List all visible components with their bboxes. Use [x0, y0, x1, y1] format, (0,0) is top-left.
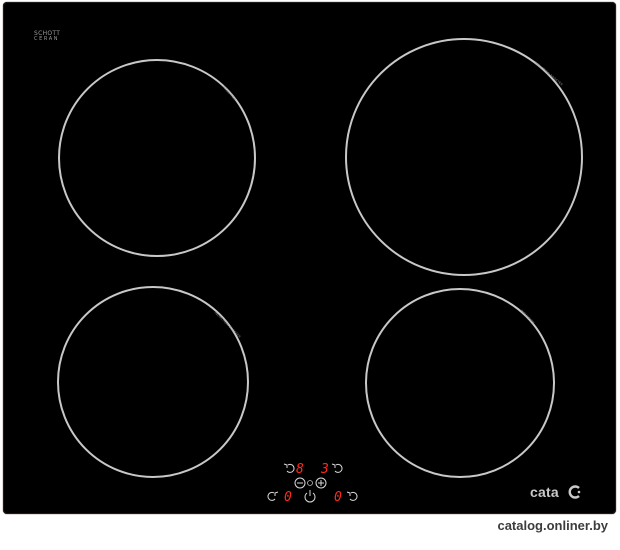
- brand-text: cata: [530, 484, 559, 500]
- rotate-icon[interactable]: [267, 491, 279, 501]
- power-display-bottom-right: 0: [334, 490, 342, 505]
- rotate-icon[interactable]: [283, 463, 295, 473]
- power-display-top-right: 3: [321, 462, 329, 477]
- watermark-text: catalog.onliner.by: [497, 518, 608, 533]
- timer-icon[interactable]: [307, 480, 313, 486]
- induction-hob: SCHOTT CERAN INDUCTION INDUCTION BOOSTER…: [3, 2, 616, 514]
- rotate-icon[interactable]: [346, 491, 358, 501]
- cata-brand: cata: [530, 484, 559, 500]
- plus-icon[interactable]: [315, 477, 327, 489]
- power-icon[interactable]: [304, 490, 316, 503]
- rotate-icon[interactable]: [331, 463, 343, 473]
- power-display-top-left: 8: [296, 462, 304, 477]
- power-display-bottom-left: 0: [284, 490, 292, 505]
- minus-icon[interactable]: [294, 477, 306, 489]
- cata-logo-icon: [568, 485, 581, 499]
